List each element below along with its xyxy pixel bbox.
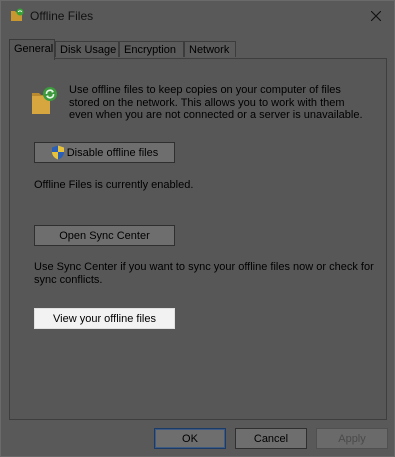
tab-general[interactable]: General — [9, 39, 55, 60]
status-text: Offline Files is currently enabled. — [34, 179, 194, 191]
button-label: Apply — [338, 432, 366, 445]
sync-center-description: Use Sync Center if you want to sync your… — [34, 261, 374, 286]
button-label: Disable offline files — [66, 146, 159, 159]
disable-offline-files-button[interactable]: Disable offline files — [34, 142, 175, 163]
offline-files-description: Use offline files to keep copies on your… — [69, 84, 363, 121]
tab-disk-usage[interactable]: Disk Usage — [55, 41, 119, 57]
offline-folder-icon — [32, 87, 57, 114]
tab-encryption[interactable]: Encryption — [119, 41, 184, 57]
view-offline-files-button[interactable]: View your offline files — [34, 308, 175, 329]
button-label: View your offline files — [53, 312, 156, 325]
cancel-button[interactable]: Cancel — [235, 428, 307, 449]
offline-files-icon — [11, 8, 24, 21]
tab-label: Encryption — [124, 44, 176, 56]
open-sync-center-button[interactable]: Open Sync Center — [34, 225, 175, 246]
tab-label: General — [14, 43, 54, 55]
offline-files-dialog: Offline Files General Disk Usage Encrypt… — [0, 0, 395, 457]
tab-network[interactable]: Network — [184, 41, 236, 57]
button-label: Cancel — [253, 432, 289, 445]
button-label: Open Sync Center — [59, 229, 150, 242]
tab-label: Disk Usage — [60, 44, 117, 56]
ok-button[interactable]: OK — [154, 428, 226, 449]
general-panel: Use offline files to keep copies on your… — [9, 58, 387, 420]
title-bar: Offline Files — [1, 1, 394, 31]
window-title: Offline Files — [30, 9, 94, 23]
close-icon — [371, 11, 381, 21]
tab-label: Network — [189, 44, 230, 56]
close-button[interactable] — [358, 1, 394, 31]
apply-button[interactable]: Apply — [316, 428, 388, 449]
uac-shield-icon — [51, 145, 64, 160]
button-label: OK — [182, 432, 198, 445]
